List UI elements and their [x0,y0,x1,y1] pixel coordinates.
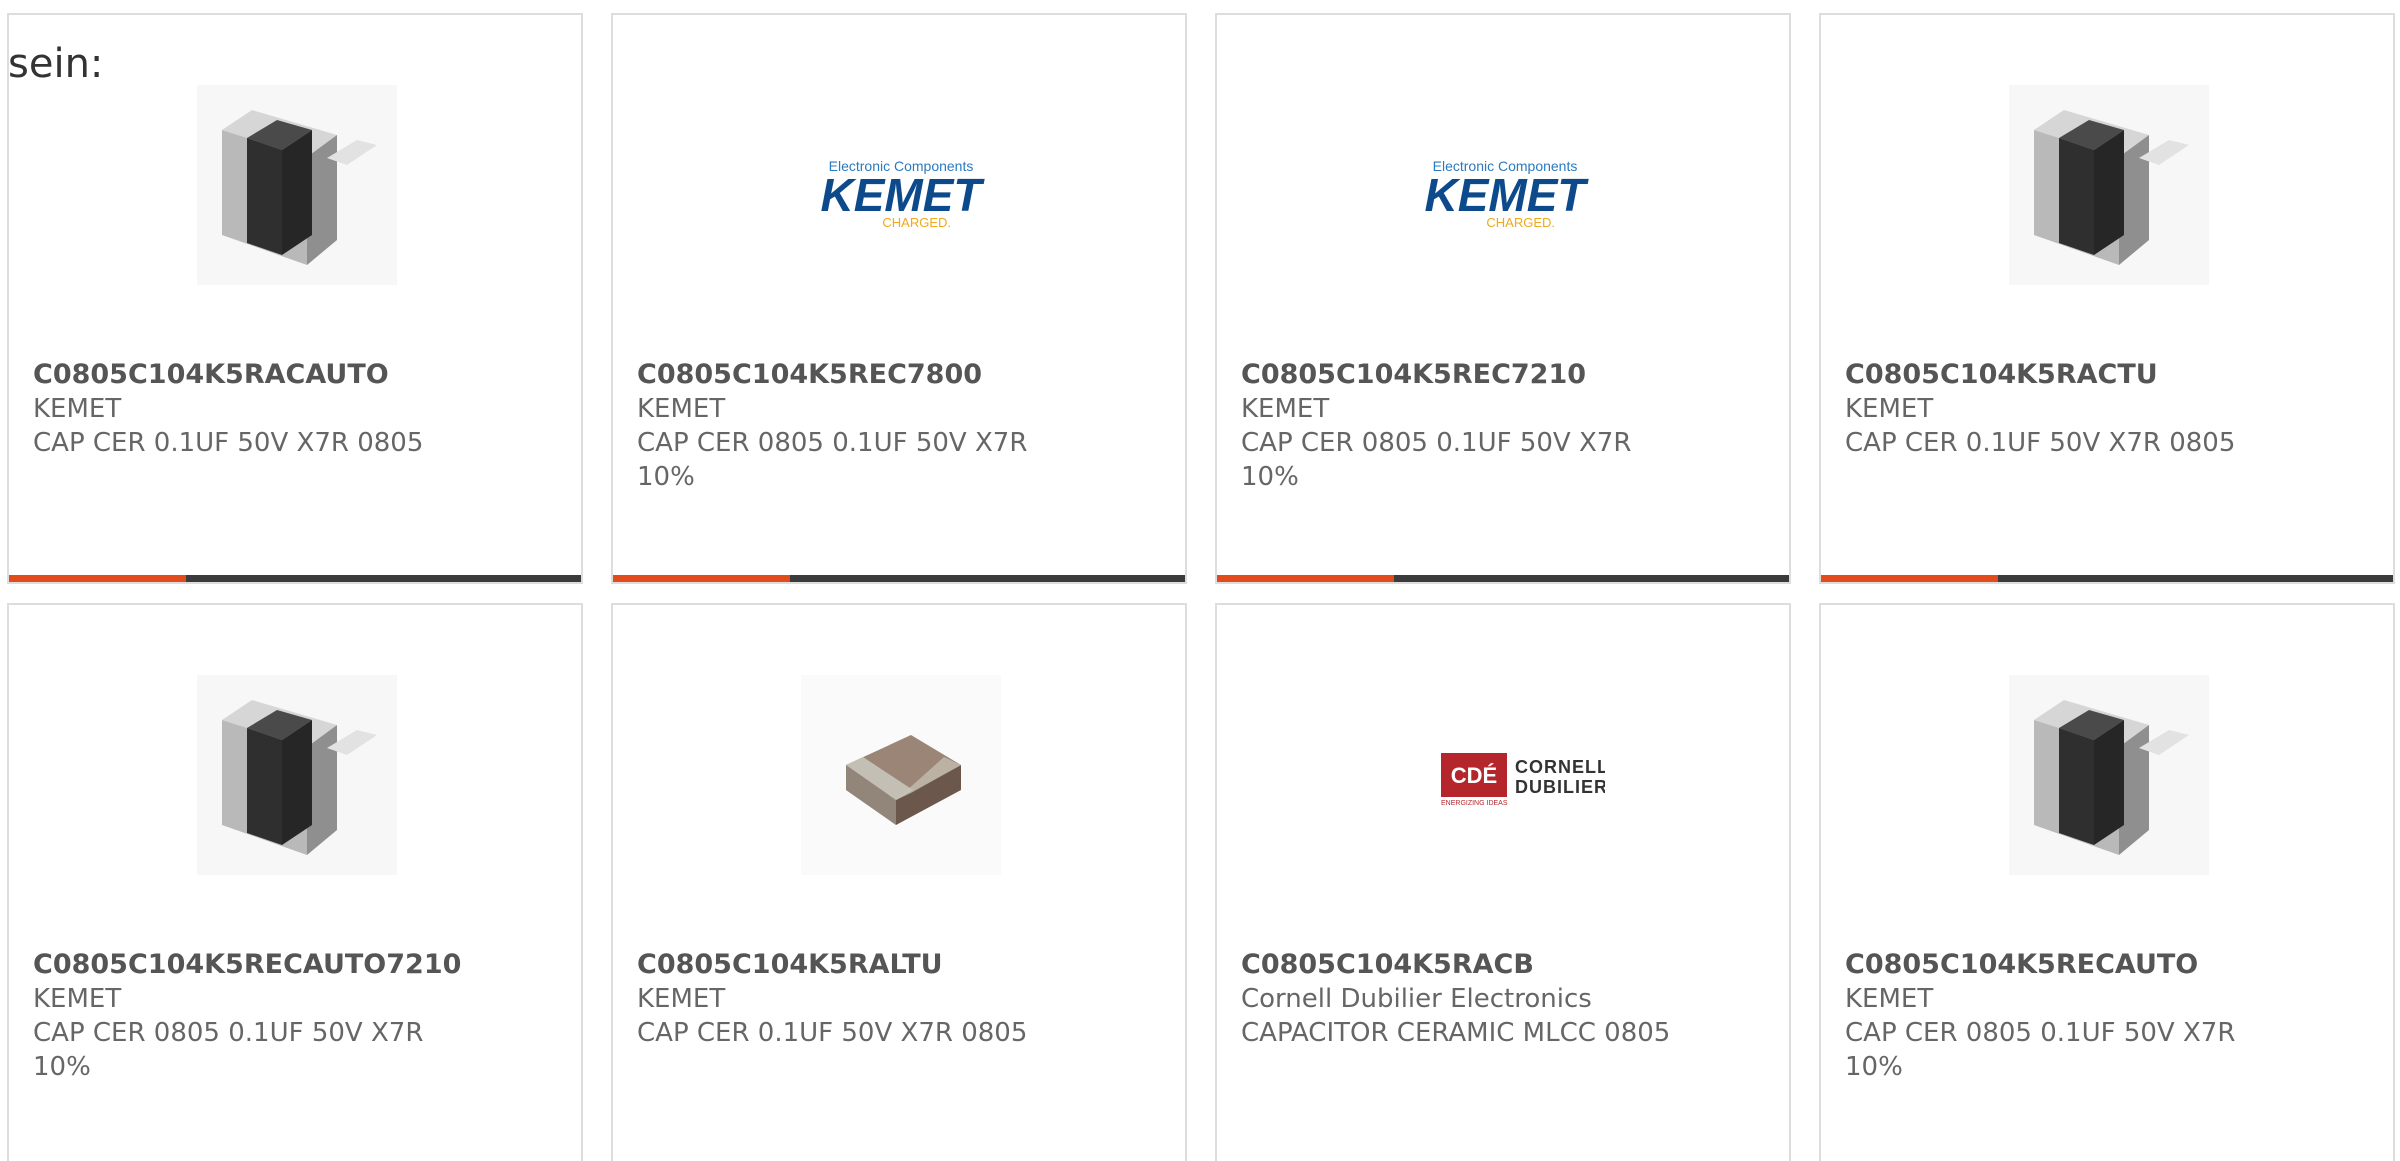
product-info: C0805C104K5REC7210 KEMET CAP CER 0805 0.1U… [1241,358,1681,494]
capacitor-chip-image [197,85,397,285]
product-info: C0805C104K5REC7800 KEMET CAP CER 0805 0.1U… [637,358,1077,494]
product-card[interactable]: C0805C104K5RACAUTO KEMET CAP CER 0.1UF 50V… [7,13,583,584]
card-progress-fill [1821,575,1999,582]
description: CAP CER 0805 0.1UF 50V X7R 10% [1845,1018,2236,1082]
product-thumbnail[interactable]: Electronic Components KEMET CHARGED. [801,85,1001,285]
product-info: C0805C104K5RACB Cornell Dubilier Electron… [1241,948,1681,1050]
capacitor-chip-image [197,675,397,875]
kemet-logo-image: Electronic Components KEMET CHARGED. [821,158,986,230]
manufacturer: Cornell Dubilier Electronics [1241,984,1592,1014]
part-number[interactable]: C0805C104K5REC7800 [637,358,1077,392]
product-thumbnail[interactable] [2009,675,2209,875]
product-thumbnail[interactable] [197,85,397,285]
product-thumbnail[interactable] [197,675,397,875]
product-thumbnail[interactable]: Electronic Components KEMET CHARGED. [1405,85,1605,285]
svg-text:KEMET: KEMET [821,169,986,221]
card-progress-fill [9,575,187,582]
manufacturer: KEMET [1241,394,1330,424]
svg-text:CHARGED.: CHARGED. [1486,215,1555,230]
product-card[interactable]: C0805C104K5RACTU KEMET CAP CER 0.1UF 50V X… [1819,13,2395,584]
description: CAP CER 0805 0.1UF 50V X7R 10% [33,1018,424,1082]
card-progress-bar [613,575,1185,582]
manufacturer: KEMET [637,984,726,1014]
product-card[interactable]: CDÉ CORNELL DUBILIER ENERGIZING IDEAS C0… [1215,603,1791,1161]
product-info: C0805C104K5RACAUTO KEMET CAP CER 0.1UF 50V… [33,358,473,460]
capacitor-chip-image [2009,675,2209,875]
svg-text:KEMET: KEMET [1425,169,1590,221]
product-card[interactable]: Electronic Components KEMET CHARGED. C08… [611,13,1187,584]
product-info: C0805C104K5RALTU KEMET CAP CER 0.1UF 50V X… [637,948,1077,1050]
manufacturer: KEMET [33,394,122,424]
description: CAP CER 0.1UF 50V X7R 0805 [1845,428,2236,458]
manufacturer: KEMET [637,394,726,424]
cde-logo-image: CDÉ CORNELL DUBILIER ENERGIZING IDEAS [1441,753,1605,807]
product-info: C0805C104K5RECAUTO7210 KEMET CAP CER 0805 … [33,948,473,1084]
svg-text:CHARGED.: CHARGED. [882,215,951,230]
card-progress-fill [613,575,791,582]
svg-text:CDÉ: CDÉ [1451,763,1497,788]
part-number[interactable]: C0805C104K5RECAUTO7210 [33,948,473,982]
manufacturer: KEMET [33,984,122,1014]
part-number[interactable]: C0805C104K5RACTU [1845,358,2285,392]
product-card[interactable]: C0805C104K5RECAUTO KEMET CAP CER 0805 0.1U… [1819,603,2395,1161]
svg-text:ENERGIZING IDEAS: ENERGIZING IDEAS [1441,800,1508,807]
part-number[interactable]: C0805C104K5RACB [1241,948,1681,982]
description: CAP CER 0.1UF 50V X7R 0805 [33,428,424,458]
manufacturer: KEMET [1845,394,1934,424]
intro-text: sein: [8,41,104,87]
svg-text:CORNELL: CORNELL [1515,757,1605,777]
part-number[interactable]: C0805C104K5RALTU [637,948,1077,982]
description: CAP CER 0805 0.1UF 50V X7R 10% [637,428,1028,492]
kemet-logo-image: Electronic Components KEMET CHARGED. [1425,158,1590,230]
part-number[interactable]: C0805C104K5REC7210 [1241,358,1681,392]
manufacturer: KEMET [1845,984,1934,1014]
description: CAP CER 0805 0.1UF 50V X7R 10% [1241,428,1632,492]
product-card[interactable]: C0805C104K5RECAUTO7210 KEMET CAP CER 0805 … [7,603,583,1161]
capacitor-chip-image [2009,85,2209,285]
description: CAPACITOR CERAMIC MLCC 0805 [1241,1018,1671,1048]
part-number[interactable]: C0805C104K5RECAUTO [1845,948,2285,982]
product-thumbnail[interactable] [801,675,1001,875]
product-info: C0805C104K5RECAUTO KEMET CAP CER 0805 0.1U… [1845,948,2285,1084]
card-progress-bar [1217,575,1789,582]
product-info: C0805C104K5RACTU KEMET CAP CER 0.1UF 50V X… [1845,358,2285,460]
card-progress-bar [9,575,581,582]
card-progress-bar [1821,575,2393,582]
product-card[interactable]: C0805C104K5RALTU KEMET CAP CER 0.1UF 50V X… [611,603,1187,1161]
part-number[interactable]: C0805C104K5RACAUTO [33,358,473,392]
product-card[interactable]: Electronic Components KEMET CHARGED. C08… [1215,13,1791,584]
svg-text:DUBILIER: DUBILIER [1515,777,1605,797]
capacitor-chip-image [801,675,1001,875]
product-thumbnail[interactable]: CDÉ CORNELL DUBILIER ENERGIZING IDEAS [1405,675,1605,875]
card-progress-fill [1217,575,1395,582]
product-thumbnail[interactable] [2009,85,2209,285]
description: CAP CER 0.1UF 50V X7R 0805 [637,1018,1028,1048]
product-grid-page: sein: C0805C104K5RACAUTO KEMET CAP CER 0.1… [0,0,2400,1161]
